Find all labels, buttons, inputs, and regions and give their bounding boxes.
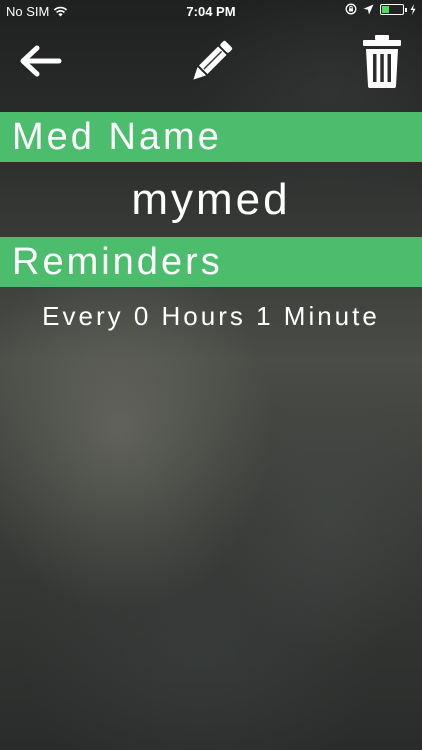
arrow-left-icon [20,45,62,77]
edit-button[interactable] [182,34,240,90]
battery-icon [380,3,407,15]
charging-bolt-icon [410,3,416,15]
reminder-interval: Every 0 Hours 1 Minute [42,301,380,331]
med-name-value: mymed [131,175,291,224]
pencil-icon [193,40,233,80]
battery-level [382,5,389,13]
location-arrow-icon [363,4,374,14]
orientation-lock-icon [345,3,357,15]
status-indicators [345,3,416,15]
back-button[interactable] [14,38,66,84]
med-name-header: Med Name [0,112,422,162]
reminders-header: Reminders [0,237,422,287]
delete-button[interactable] [358,32,406,90]
status-bar: No SIM 7:04 PM [0,0,422,24]
trash-icon [363,35,401,88]
